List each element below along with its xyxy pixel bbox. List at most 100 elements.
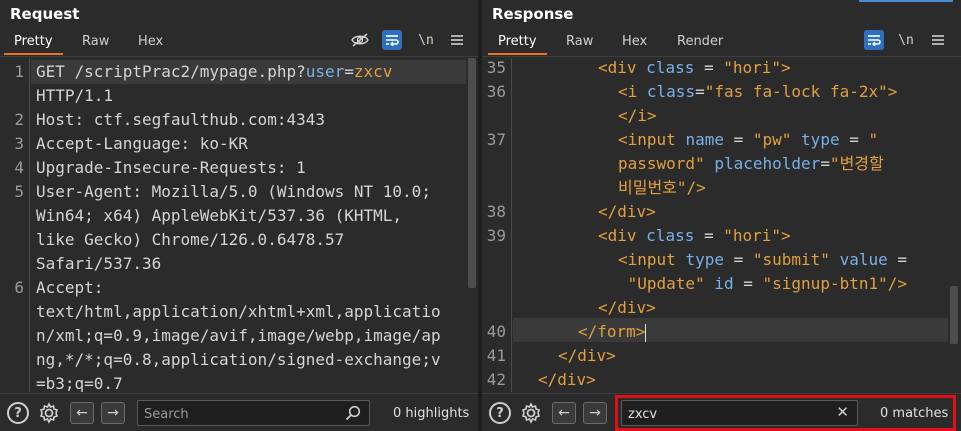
code-line: Upgrade-Insecure-Requests: 1 (36, 156, 306, 180)
line-gutter: 1 2 3 4 5 6 (0, 58, 30, 392)
code-line: ng,*/*;q=0.8,application/signed-exchange… (36, 348, 441, 372)
eye-off-icon[interactable] (350, 30, 370, 50)
code-token: zxcv (353, 62, 393, 81)
previous-match-button[interactable]: ← (70, 402, 94, 424)
code-token: = (887, 250, 908, 269)
request-search-input[interactable] (144, 405, 334, 423)
code-token: Win64; x64) AppleWebKit/537.36 (KHTML, (36, 206, 403, 225)
request-search-field[interactable] (137, 400, 370, 426)
gear-icon[interactable] (38, 402, 60, 424)
code-token: Accept: (36, 278, 104, 297)
code-token: "Update" (618, 274, 705, 293)
line-number: 40 (486, 322, 506, 341)
tab-request-pretty[interactable]: Pretty (4, 34, 63, 55)
code-token: "submit" (752, 250, 830, 269)
code-line: <i class="fas fa-lock fa-2x"> (618, 80, 897, 104)
next-match-button[interactable]: → (583, 402, 607, 424)
code-line: </form> (578, 320, 647, 344)
line-number: 38 (486, 202, 506, 221)
line-number: 1 (14, 62, 24, 81)
response-search-field[interactable]: ✕ (621, 400, 858, 426)
code-token: <div (598, 226, 647, 245)
search-icon[interactable] (345, 405, 361, 425)
request-scrollbar[interactable] (468, 58, 476, 392)
code-line: Host: ctf.segfaulthub.com:4343 (36, 108, 325, 132)
code-token: like Gecko) Chrome/126.0.6478.57 (36, 230, 345, 249)
newline-icon[interactable]: \n (896, 30, 916, 50)
request-editor[interactable]: 123456 GET /scriptPrac2/mypage.php?user=… (0, 58, 466, 392)
code-token: type (801, 130, 840, 149)
menu-icon[interactable] (928, 30, 948, 50)
newline-icon[interactable]: \n (416, 30, 436, 50)
tab-request-hex[interactable]: Hex (138, 34, 163, 49)
code-token: id (714, 274, 734, 293)
help-icon[interactable]: ? (7, 402, 29, 424)
code-token: /> (887, 274, 908, 293)
menu-icon[interactable] (447, 30, 467, 50)
wrap-icon[interactable] (864, 30, 884, 50)
code-token: ng,*/*;q=0.8,application/signed-exchange… (36, 350, 441, 369)
previous-match-button[interactable]: ← (552, 402, 576, 424)
code-token: class (646, 58, 695, 77)
response-editor[interactable]: 35 36 37 38 39 40 41 42 <div class = "hori"> <i … (482, 58, 948, 392)
code-token: = (344, 62, 354, 81)
code-line: =b3;q=0.7 (36, 372, 123, 392)
code-line: </div> (558, 344, 616, 368)
code-token: </i> (618, 106, 657, 125)
tab-response-raw[interactable]: Raw (566, 34, 593, 49)
line-number: 5 (14, 182, 24, 201)
line-number: 39 (486, 226, 506, 245)
code-line: <input type = "submit" value = (618, 248, 907, 272)
code-line: <div class = "hori"> (598, 58, 791, 80)
code-token: "pw" (752, 130, 792, 149)
code-token: > (781, 226, 791, 245)
code-line: User-Agent: Mozilla/5.0 (Windows NT 10.0… (36, 180, 431, 204)
code-line: Accept: (36, 276, 103, 300)
response-title: Response (492, 5, 574, 23)
line-number: 6 (14, 278, 24, 297)
wrap-icon[interactable] (382, 30, 402, 50)
request-panel: Request Pretty Raw Hex \n 1 2 3 4 5 6 GET /sc… (0, 0, 478, 431)
code-token: password" (618, 154, 705, 173)
line-number: 37 (486, 130, 506, 149)
code-token: = (723, 130, 753, 149)
code-line: Accept-Language: ko-KR (36, 132, 248, 156)
response-scrollbar-thumb[interactable] (950, 286, 958, 344)
gear-icon[interactable] (520, 402, 542, 424)
code-line: Safari/537.36 (36, 252, 161, 276)
code-token: = (839, 130, 869, 149)
code-line: like Gecko) Chrome/126.0.6478.57 (36, 228, 344, 252)
request-scrollbar-thumb[interactable] (468, 58, 476, 288)
tab-request-raw[interactable]: Raw (82, 34, 109, 49)
code-line: text/html,application/xhtml+xml,applicat… (36, 300, 441, 324)
code-token: </div> (598, 298, 656, 317)
code-token: </form> (578, 322, 646, 341)
tab-response-render[interactable]: Render (677, 34, 723, 49)
next-match-button[interactable]: → (101, 402, 125, 424)
code-line: Win64; x64) AppleWebKit/537.36 (KHTML, (36, 204, 402, 228)
matches-count: 0 matches (880, 406, 949, 421)
code-token: "hori" (723, 226, 782, 245)
help-icon[interactable]: ? (489, 402, 511, 424)
code-token: = (694, 226, 724, 245)
response-scrollbar[interactable] (950, 58, 958, 392)
highlights-count: 0 highlights (393, 406, 470, 421)
code-token: class (646, 226, 695, 245)
code-line: password" placeholder="변경할 (618, 152, 884, 176)
code-token: = (694, 58, 724, 77)
tab-response-hex[interactable]: Hex (622, 34, 647, 49)
response-search-input[interactable] (628, 405, 818, 423)
line-number: 4 (14, 158, 24, 177)
code-token: value (839, 250, 888, 269)
clear-search-icon[interactable]: ✕ (836, 403, 849, 421)
code-token: <input (618, 130, 686, 149)
tab-response-pretty[interactable]: Pretty (488, 34, 547, 55)
code-token: Host: ctf.segfaulthub.com:4343 (36, 110, 325, 129)
code-token: <i (618, 82, 647, 101)
code-token: "변경할 (829, 154, 884, 173)
line-number: 41 (486, 346, 506, 365)
code-token: text/html,application/xhtml+xml,applicat… (36, 302, 441, 321)
code-line: GET /scriptPrac2/mypage.php?user=zxcv (36, 60, 392, 84)
